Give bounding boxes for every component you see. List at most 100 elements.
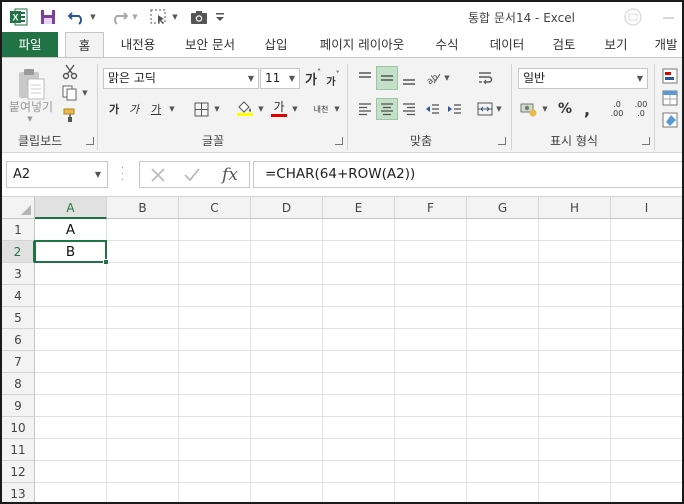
cell-e6[interactable] [323,329,395,351]
row-header-4[interactable]: 4 [2,285,35,307]
cell-c6[interactable] [179,329,251,351]
cell-f10[interactable] [395,417,467,439]
row-header-12[interactable]: 12 [2,461,35,483]
cell-b13[interactable] [107,483,179,502]
cell-c11[interactable] [179,439,251,461]
underline-button[interactable]: 가 [148,99,164,119]
row-header-3[interactable]: 3 [2,263,35,285]
insert-function-button[interactable]: fx [216,164,244,186]
cell-g7[interactable] [467,351,539,373]
cell-i6[interactable] [611,329,682,351]
cell-g8[interactable] [467,373,539,395]
percent-style-button[interactable]: % [556,98,574,120]
paste-dropdown-icon[interactable]: ▼ [24,114,36,124]
cell-f9[interactable] [395,395,467,417]
fill-color-icon[interactable] [234,97,256,119]
cell-b12[interactable] [107,461,179,483]
phonetic-guide-button[interactable]: 내천 [310,98,332,120]
merge-dropdown-icon[interactable]: ▼ [494,98,504,120]
cell-a12[interactable] [35,461,107,483]
cell-b5[interactable] [107,307,179,329]
cell-a3[interactable] [35,263,107,285]
cell-d8[interactable] [251,373,323,395]
orientation-dropdown-icon[interactable]: ▼ [442,66,452,90]
column-header-i[interactable]: I [611,197,682,219]
format-as-table-icon[interactable] [660,88,680,108]
copy-dropdown-icon[interactable]: ▼ [80,84,90,102]
save-icon[interactable] [38,7,58,27]
cell-styles-icon[interactable] [660,110,680,130]
cell-a4[interactable] [35,285,107,307]
increase-decimal-button[interactable]: .0 .00 [606,98,628,120]
cell-d13[interactable] [251,483,323,502]
cell-g10[interactable] [467,417,539,439]
cell-d4[interactable] [251,285,323,307]
row-header-11[interactable]: 11 [2,439,35,461]
tab-view[interactable]: 보기 [594,32,638,57]
row-header-8[interactable]: 8 [2,373,35,395]
grow-font-button[interactable]: 가 ˄ [304,68,322,89]
cell-d11[interactable] [251,439,323,461]
clipboard-launcher-icon[interactable] [86,137,94,145]
paste-button-label[interactable]: 붙여넣기 [4,98,58,114]
cell-e2[interactable] [323,241,395,263]
italic-button[interactable]: 가 [126,99,142,119]
cell-h10[interactable] [539,417,611,439]
format-painter-icon[interactable] [60,106,80,124]
shrink-font-button[interactable]: 가 ˅ [324,70,342,91]
select-all-button[interactable] [2,197,35,219]
cell-h6[interactable] [539,329,611,351]
font-color-dropdown-icon[interactable]: ▼ [290,99,300,119]
font-color-button[interactable]: 가 [268,97,290,119]
cell-a9[interactable] [35,395,107,417]
cell-d3[interactable] [251,263,323,285]
cell-i13[interactable] [611,483,682,502]
tab-file[interactable]: 파일 [2,32,58,57]
row-header-9[interactable]: 9 [2,395,35,417]
cell-e5[interactable] [323,307,395,329]
font-launcher-icon[interactable] [335,137,343,145]
cell-h5[interactable] [539,307,611,329]
cell-g12[interactable] [467,461,539,483]
formula-bar-splitter-icon[interactable]: · · · [121,164,124,186]
decrease-decimal-button[interactable]: .00 .0 [630,98,652,120]
cell-b4[interactable] [107,285,179,307]
cell-c3[interactable] [179,263,251,285]
cell-g5[interactable] [467,307,539,329]
cell-a10[interactable] [35,417,107,439]
tab-data[interactable]: 데이터 [480,32,534,57]
select-dropdown-icon[interactable]: ▼ [170,7,180,27]
row-header-13[interactable]: 13 [2,483,35,502]
cell-a7[interactable] [35,351,107,373]
cell-h7[interactable] [539,351,611,373]
cell-d7[interactable] [251,351,323,373]
column-header-b[interactable]: B [107,197,179,219]
cell-i1[interactable] [611,219,682,241]
row-header-2[interactable]: 2 [2,241,35,263]
merge-center-icon[interactable] [474,98,496,120]
align-middle-icon[interactable] [376,66,398,90]
excel-logo-icon[interactable]: X [8,7,30,27]
fill-handle[interactable] [103,259,109,265]
borders-dropdown-icon[interactable]: ▼ [212,99,222,119]
column-header-e[interactable]: E [323,197,395,219]
cell-e13[interactable] [323,483,395,502]
cell-f3[interactable] [395,263,467,285]
cell-g1[interactable] [467,219,539,241]
phonetic-dropdown-icon[interactable]: ▼ [332,99,342,119]
name-box-dropdown-icon[interactable]: ▼ [95,162,101,187]
number-format-dropdown-icon[interactable]: ▼ [637,69,643,88]
cell-a5[interactable] [35,307,107,329]
cell-g3[interactable] [467,263,539,285]
cell-i7[interactable] [611,351,682,373]
cell-c7[interactable] [179,351,251,373]
cell-i5[interactable] [611,307,682,329]
cell-h9[interactable] [539,395,611,417]
cell-f13[interactable] [395,483,467,502]
cell-c4[interactable] [179,285,251,307]
camera-icon[interactable] [188,7,210,27]
cell-a13[interactable] [35,483,107,502]
cell-f6[interactable] [395,329,467,351]
cell-b7[interactable] [107,351,179,373]
ribbon-display-icon[interactable] [620,6,646,28]
